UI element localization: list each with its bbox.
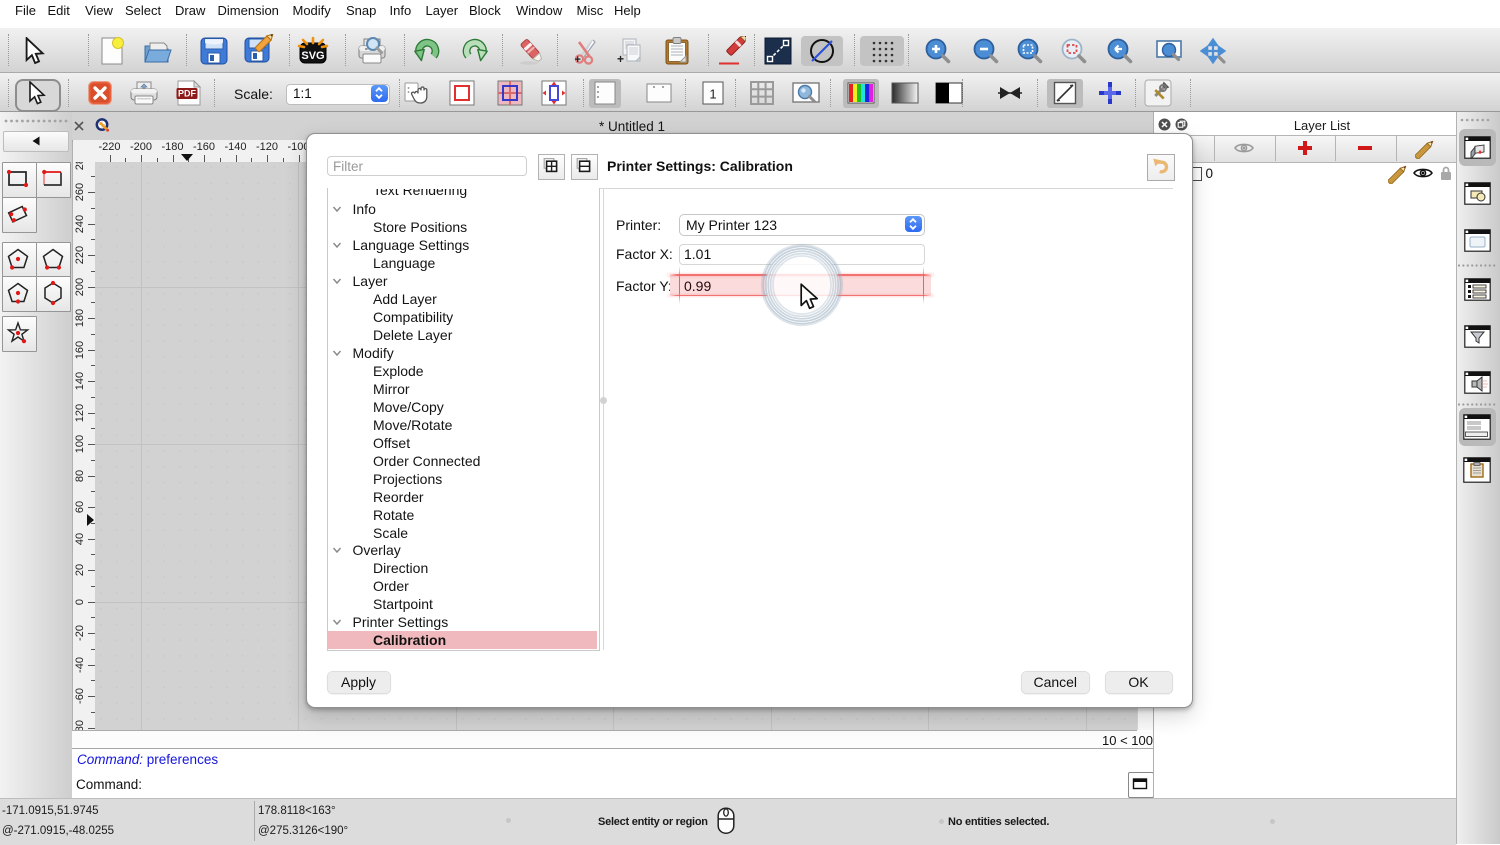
svg-text:+: + — [575, 54, 581, 66]
svg-text:PDF: PDF — [178, 89, 197, 99]
svg-text:1: 1 — [709, 87, 716, 102]
svg-text:+: + — [617, 52, 624, 66]
svg-text:SVG: SVG — [301, 50, 324, 62]
